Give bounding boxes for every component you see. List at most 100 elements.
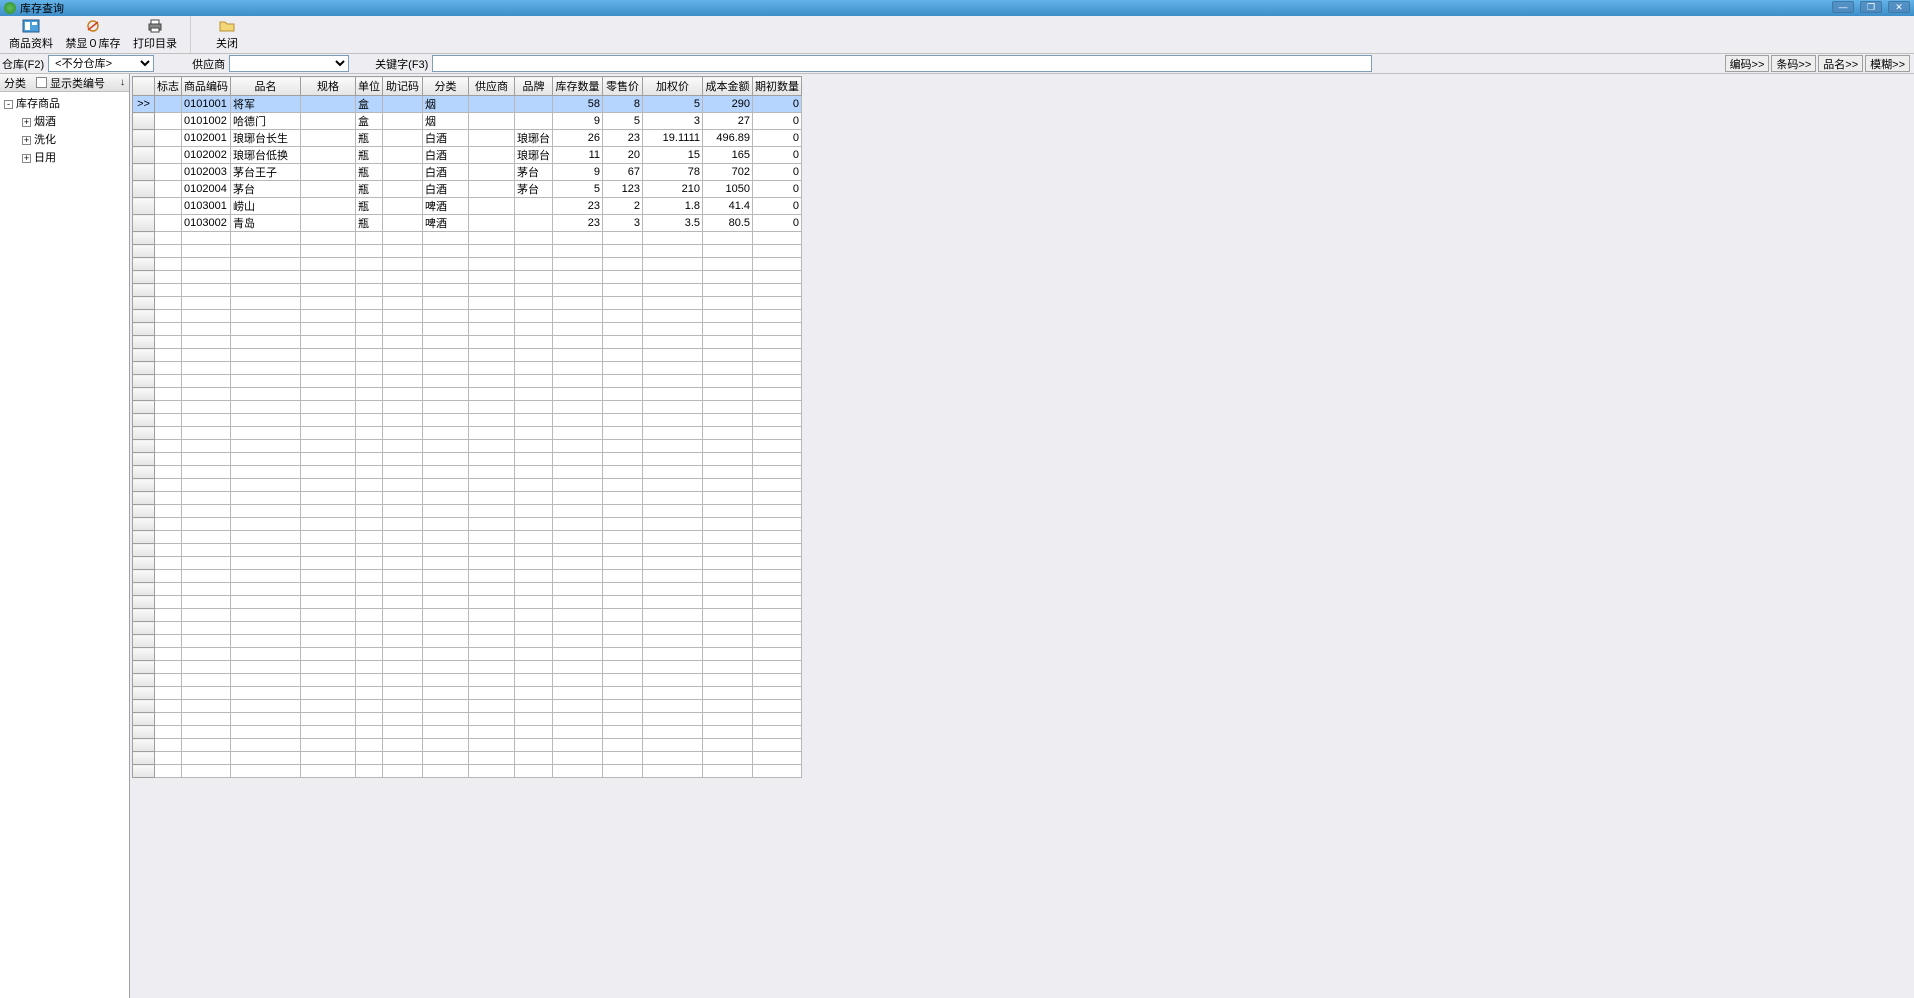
- cell-empty[interactable]: [469, 583, 515, 596]
- cell-empty[interactable]: [643, 388, 703, 401]
- cell-empty[interactable]: [182, 479, 231, 492]
- cell-empty[interactable]: [553, 544, 603, 557]
- cell-empty[interactable]: [515, 674, 553, 687]
- cell-empty[interactable]: [553, 323, 603, 336]
- cell-supplier[interactable]: [469, 147, 515, 164]
- cell-empty[interactable]: [383, 336, 423, 349]
- cell-empty[interactable]: [182, 453, 231, 466]
- cell-empty[interactable]: [603, 414, 643, 427]
- cell-empty[interactable]: [383, 453, 423, 466]
- cell-empty[interactable]: [383, 518, 423, 531]
- cell-empty[interactable]: [356, 323, 383, 336]
- table-row-empty[interactable]: [133, 401, 802, 414]
- cell-empty[interactable]: [301, 596, 356, 609]
- cell-empty[interactable]: [383, 648, 423, 661]
- cell-empty[interactable]: [356, 726, 383, 739]
- cell-weighted_price[interactable]: 1.8: [643, 198, 703, 215]
- cell-empty[interactable]: [703, 440, 753, 453]
- cell-empty[interactable]: [469, 479, 515, 492]
- cell-empty[interactable]: [603, 401, 643, 414]
- cell-empty[interactable]: [356, 518, 383, 531]
- cell-empty[interactable]: [553, 349, 603, 362]
- cell-empty[interactable]: [553, 453, 603, 466]
- cell-empty[interactable]: [301, 362, 356, 375]
- cell-cost_amount[interactable]: 290: [703, 96, 753, 113]
- cell-empty[interactable]: [643, 427, 703, 440]
- cell-name[interactable]: 青岛: [231, 215, 301, 232]
- cell-initial_qty[interactable]: 0: [753, 198, 802, 215]
- cell-empty[interactable]: [753, 388, 802, 401]
- cell-empty[interactable]: [301, 557, 356, 570]
- cell-empty[interactable]: [553, 505, 603, 518]
- cell-empty[interactable]: [182, 284, 231, 297]
- cell-empty[interactable]: [383, 427, 423, 440]
- cell-empty[interactable]: [469, 375, 515, 388]
- cell-empty[interactable]: [155, 492, 182, 505]
- table-row[interactable]: 0102004茅台瓶白酒茅台512321010500: [133, 181, 802, 198]
- cell-mnemonic[interactable]: [383, 181, 423, 198]
- cell-empty[interactable]: [356, 570, 383, 583]
- cell-empty[interactable]: [383, 414, 423, 427]
- cell-empty[interactable]: [301, 453, 356, 466]
- maximize-button[interactable]: ❐: [1860, 1, 1882, 13]
- cell-empty[interactable]: [182, 596, 231, 609]
- cell-empty[interactable]: [383, 466, 423, 479]
- cell-empty[interactable]: [155, 297, 182, 310]
- cell-empty[interactable]: [515, 661, 553, 674]
- cell-mark[interactable]: [155, 215, 182, 232]
- cell-empty[interactable]: [553, 700, 603, 713]
- cell-mark[interactable]: [155, 164, 182, 181]
- cell-empty[interactable]: [182, 505, 231, 518]
- cell-empty[interactable]: [356, 544, 383, 557]
- cell-empty[interactable]: [603, 336, 643, 349]
- column-header-stock_qty[interactable]: 库存数量: [553, 77, 603, 96]
- table-row-empty[interactable]: [133, 453, 802, 466]
- cell-unit[interactable]: 盒: [356, 96, 383, 113]
- cell-empty[interactable]: [231, 310, 301, 323]
- cell-empty[interactable]: [703, 687, 753, 700]
- cell-empty[interactable]: [182, 310, 231, 323]
- cell-empty[interactable]: [703, 479, 753, 492]
- cell-empty[interactable]: [643, 648, 703, 661]
- cell-empty[interactable]: [423, 700, 469, 713]
- cell-empty[interactable]: [703, 635, 753, 648]
- cell-name[interactable]: 琅琊台长生: [231, 130, 301, 147]
- cell-name[interactable]: 将军: [231, 96, 301, 113]
- cell-empty[interactable]: [515, 596, 553, 609]
- table-row-empty[interactable]: [133, 739, 802, 752]
- cell-empty[interactable]: [155, 349, 182, 362]
- minimize-button[interactable]: —: [1832, 1, 1854, 13]
- cell-empty[interactable]: [553, 297, 603, 310]
- cell-empty[interactable]: [603, 271, 643, 284]
- cell-empty[interactable]: [469, 505, 515, 518]
- cell-stock_qty[interactable]: 23: [553, 198, 603, 215]
- cell-empty[interactable]: [643, 661, 703, 674]
- cell-mark[interactable]: [155, 130, 182, 147]
- cell-empty[interactable]: [603, 622, 643, 635]
- cell-empty[interactable]: [469, 323, 515, 336]
- cell-spec[interactable]: [301, 147, 356, 164]
- cell-empty[interactable]: [301, 323, 356, 336]
- cell-brand[interactable]: [515, 198, 553, 215]
- cell-empty[interactable]: [603, 518, 643, 531]
- cell-empty[interactable]: [231, 453, 301, 466]
- table-row-empty[interactable]: [133, 635, 802, 648]
- cell-empty[interactable]: [603, 245, 643, 258]
- cell-empty[interactable]: [356, 232, 383, 245]
- cell-empty[interactable]: [356, 739, 383, 752]
- cell-empty[interactable]: [643, 401, 703, 414]
- cell-empty[interactable]: [231, 440, 301, 453]
- cell-empty[interactable]: [703, 765, 753, 778]
- cell-empty[interactable]: [515, 635, 553, 648]
- cell-empty[interactable]: [515, 700, 553, 713]
- cell-empty[interactable]: [423, 674, 469, 687]
- cell-empty[interactable]: [469, 752, 515, 765]
- cell-empty[interactable]: [553, 245, 603, 258]
- cell-empty[interactable]: [515, 479, 553, 492]
- cell-empty[interactable]: [603, 479, 643, 492]
- cell-empty[interactable]: [603, 713, 643, 726]
- cell-empty[interactable]: [182, 726, 231, 739]
- close-window-button[interactable]: ✕: [1888, 1, 1910, 13]
- cell-empty[interactable]: [182, 427, 231, 440]
- cell-empty[interactable]: [383, 739, 423, 752]
